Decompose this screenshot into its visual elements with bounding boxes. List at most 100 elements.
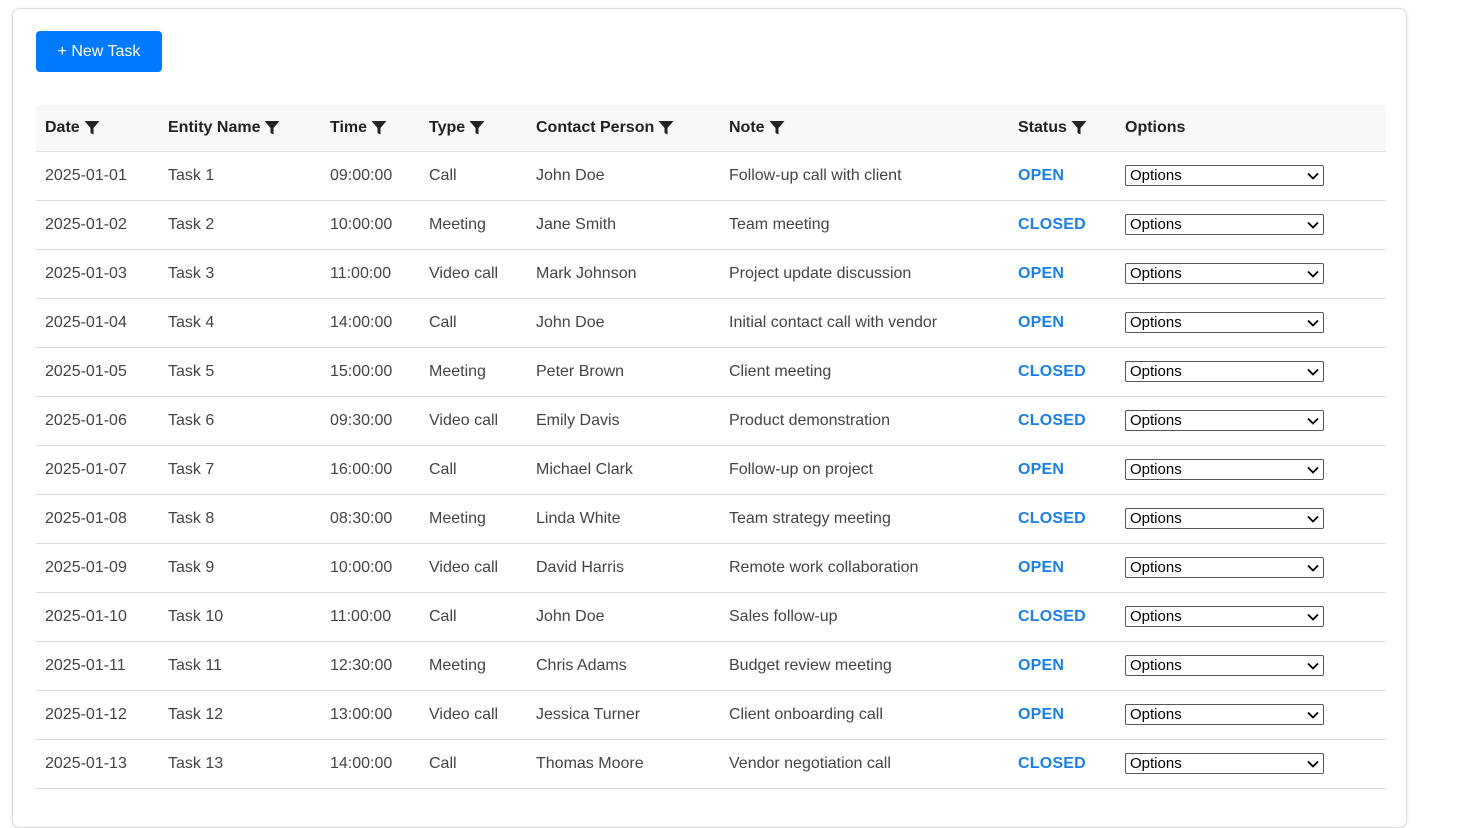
cell-note: Follow-up on project	[720, 445, 1009, 495]
options-dropdown-value: Options	[1130, 657, 1182, 674]
table-row: 2025-01-09 Task 9 10:00:00 Video call David …	[36, 543, 1386, 593]
column-header-label: Options	[1125, 118, 1186, 136]
options-dropdown[interactable]: Options	[1125, 312, 1324, 333]
column-header-inner: Type	[429, 119, 485, 137]
options-dropdown-value: Options	[1130, 216, 1182, 233]
cell-type: Meeting	[420, 641, 527, 691]
chevron-down-icon	[1307, 221, 1319, 229]
cell-entity-name: Task 6	[159, 396, 321, 446]
chevron-down-icon	[1307, 270, 1319, 278]
cell-contact-person: Jane Smith	[527, 200, 720, 250]
cell-type: Call	[420, 739, 527, 789]
funnel-icon[interactable]	[769, 120, 785, 136]
options-dropdown[interactable]: Options	[1125, 214, 1324, 235]
cell-note: Project update discussion	[720, 249, 1009, 299]
cell-time: 09:00:00	[321, 151, 420, 201]
options-dropdown-value: Options	[1130, 510, 1182, 527]
options-dropdown[interactable]: Options	[1125, 165, 1324, 186]
funnel-icon[interactable]	[371, 120, 387, 136]
cell-time: 13:00:00	[321, 690, 420, 740]
cell-date: 2025-01-07	[36, 445, 159, 495]
cell-note: Budget review meeting	[720, 641, 1009, 691]
cell-status: OPEN	[1009, 151, 1116, 201]
funnel-icon[interactable]	[469, 120, 485, 136]
table-row: 2025-01-04 Task 4 14:00:00 Call John Doe Init…	[36, 298, 1386, 348]
cell-status: CLOSED	[1009, 347, 1116, 397]
chevron-down-icon	[1307, 711, 1319, 719]
cell-time: 16:00:00	[321, 445, 420, 495]
options-dropdown[interactable]: Options	[1125, 459, 1324, 480]
options-dropdown[interactable]: Options	[1125, 361, 1324, 382]
cell-options: Options	[1116, 739, 1386, 789]
cell-entity-name: Task 12	[159, 690, 321, 740]
column-header-type: Type	[420, 105, 527, 152]
header-row: Date Entity Name Time Type Contact Person Not…	[36, 105, 1386, 152]
options-dropdown[interactable]: Options	[1125, 508, 1324, 529]
options-dropdown[interactable]: Options	[1125, 263, 1324, 284]
table-row: 2025-01-05 Task 5 15:00:00 Meeting Peter Bro…	[36, 347, 1386, 397]
funnel-icon[interactable]	[1071, 120, 1087, 136]
cell-contact-person: Mark Johnson	[527, 249, 720, 299]
funnel-icon[interactable]	[658, 120, 674, 136]
cell-date: 2025-01-10	[36, 592, 159, 642]
cell-contact-person: Michael Clark	[527, 445, 720, 495]
new-task-button[interactable]: + New Task	[36, 31, 162, 72]
options-dropdown[interactable]: Options	[1125, 606, 1324, 627]
column-header-inner: Time	[330, 119, 387, 137]
chevron-down-icon	[1307, 564, 1319, 572]
tasks-table: Date Entity Name Time Type Contact Person Not…	[36, 105, 1386, 789]
cell-type: Meeting	[420, 347, 527, 397]
cell-status: CLOSED	[1009, 739, 1116, 789]
cell-time: 12:30:00	[321, 641, 420, 691]
cell-type: Video call	[420, 543, 527, 593]
cell-type: Video call	[420, 396, 527, 446]
column-header-inner: Status	[1018, 119, 1087, 137]
cell-status: CLOSED	[1009, 200, 1116, 250]
options-dropdown-value: Options	[1130, 755, 1182, 772]
options-dropdown[interactable]: Options	[1125, 410, 1324, 431]
cell-options: Options	[1116, 151, 1386, 201]
options-dropdown[interactable]: Options	[1125, 704, 1324, 725]
options-dropdown[interactable]: Options	[1125, 557, 1324, 578]
funnel-icon[interactable]	[84, 120, 100, 136]
cell-type: Call	[420, 151, 527, 201]
cell-entity-name: Task 13	[159, 739, 321, 789]
cell-date: 2025-01-04	[36, 298, 159, 348]
cell-time: 10:00:00	[321, 543, 420, 593]
column-header-label: Time	[330, 118, 368, 136]
funnel-icon[interactable]	[264, 120, 280, 136]
cell-date: 2025-01-06	[36, 396, 159, 446]
cell-status: CLOSED	[1009, 592, 1116, 642]
cell-date: 2025-01-13	[36, 739, 159, 789]
cell-options: Options	[1116, 200, 1386, 250]
options-dropdown-value: Options	[1130, 461, 1182, 478]
cell-status: OPEN	[1009, 445, 1116, 495]
cell-entity-name: Task 5	[159, 347, 321, 397]
cell-date: 2025-01-08	[36, 494, 159, 544]
cell-contact-person: Chris Adams	[527, 641, 720, 691]
cell-options: Options	[1116, 298, 1386, 348]
cell-time: 11:00:00	[321, 249, 420, 299]
column-header-label: Date	[45, 118, 80, 136]
options-dropdown-value: Options	[1130, 608, 1182, 625]
options-dropdown[interactable]: Options	[1125, 753, 1324, 774]
cell-status: OPEN	[1009, 298, 1116, 348]
table-row: 2025-01-03 Task 3 11:00:00 Video call Mark J…	[36, 249, 1386, 299]
options-dropdown-value: Options	[1130, 559, 1182, 576]
options-dropdown[interactable]: Options	[1125, 655, 1324, 676]
table-header: Date Entity Name Time Type Contact Person Not…	[36, 105, 1386, 152]
column-header-note: Note	[720, 105, 1009, 152]
table-row: 2025-01-10 Task 10 11:00:00 Call John Doe Sal…	[36, 592, 1386, 642]
cell-status: OPEN	[1009, 249, 1116, 299]
cell-contact-person: Peter Brown	[527, 347, 720, 397]
cell-type: Video call	[420, 690, 527, 740]
table-row: 2025-01-13 Task 13 14:00:00 Call Thomas Moor…	[36, 739, 1386, 789]
cell-type: Video call	[420, 249, 527, 299]
table-row: 2025-01-07 Task 7 16:00:00 Call Michael Clar…	[36, 445, 1386, 495]
cell-date: 2025-01-03	[36, 249, 159, 299]
cell-contact-person: John Doe	[527, 592, 720, 642]
chevron-down-icon	[1307, 662, 1319, 670]
table-row: 2025-01-01 Task 1 09:00:00 Call John Doe Foll…	[36, 151, 1386, 201]
cell-date: 2025-01-01	[36, 151, 159, 201]
cell-status: OPEN	[1009, 543, 1116, 593]
